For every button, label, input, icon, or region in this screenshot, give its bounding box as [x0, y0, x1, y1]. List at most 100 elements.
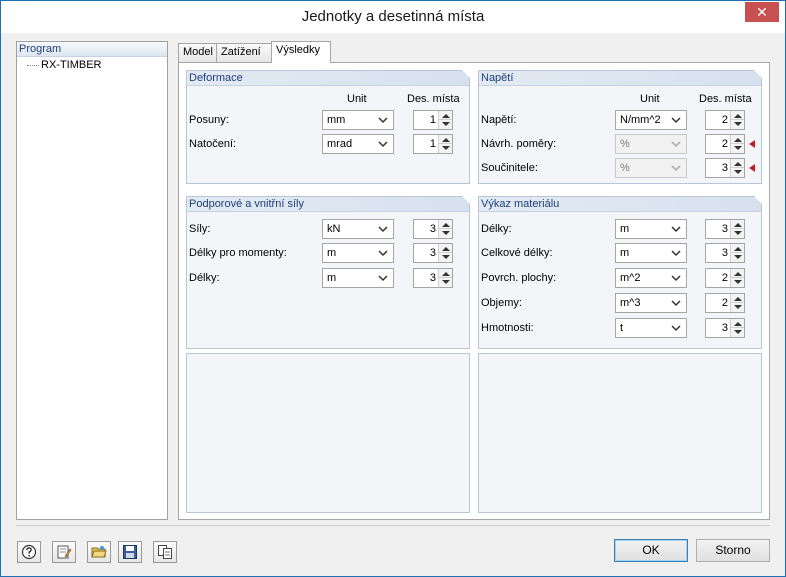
spinner-value: 2 — [721, 272, 728, 284]
unit-select[interactable]: m — [322, 243, 394, 263]
decimals-spinner[interactable]: 3 — [413, 219, 453, 239]
spinner-value: 2 — [721, 114, 728, 126]
unit-select[interactable]: m — [615, 219, 687, 239]
unit-select[interactable]: kN — [322, 219, 394, 239]
select-value: m — [620, 247, 630, 259]
chevron-down-icon — [671, 165, 681, 172]
row-label: Délky: — [481, 223, 512, 235]
edit-icon — [57, 545, 72, 559]
unit-select[interactable]: m — [322, 268, 394, 288]
spinner-arrows[interactable] — [730, 159, 744, 177]
tree-item-rx-timber[interactable]: RX-TIMBER — [27, 58, 102, 72]
decimals-spinner[interactable]: 3 — [705, 219, 745, 239]
spinner-arrows[interactable] — [730, 269, 744, 287]
row-label: Délky pro momenty: — [189, 247, 287, 259]
spinner-arrows[interactable] — [438, 111, 452, 129]
units-dialog: Jednotky a desetinná místa ✕ Program RX-… — [0, 0, 786, 577]
program-tree-header: Program — [17, 42, 167, 57]
spinner-arrows[interactable] — [438, 135, 452, 153]
spinner-arrows[interactable] — [730, 319, 744, 337]
ok-button[interactable]: OK — [614, 539, 688, 562]
decimals-spinner[interactable]: 2 — [705, 268, 745, 288]
close-button[interactable]: ✕ — [745, 2, 779, 22]
chevron-down-icon — [671, 250, 681, 257]
group-napeti: Napětí Unit Des. místa Napětí: N/mm^2 2 … — [478, 70, 762, 184]
footer-separator — [16, 525, 770, 526]
select-value: m^2 — [620, 272, 641, 284]
unit-select[interactable]: t — [615, 318, 687, 338]
row-label: Hmotnosti: — [481, 322, 534, 334]
chevron-down-icon — [378, 117, 388, 124]
tab-vysledky[interactable]: Výsledky — [271, 41, 331, 63]
spinner-arrows[interactable] — [438, 244, 452, 262]
group-podporove-sily: Podporové a vnitřní síly Síly: kN 3 Délk… — [186, 196, 470, 349]
spinner-arrows[interactable] — [730, 111, 744, 129]
spinner-arrows[interactable] — [730, 220, 744, 238]
spinner-value: 3 — [721, 322, 728, 334]
decimals-spinner[interactable]: 1 — [413, 110, 453, 130]
tab-model[interactable]: Model — [178, 43, 217, 62]
window-title: Jednotky a desetinná místa — [301, 8, 485, 25]
spinner-arrows[interactable] — [730, 244, 744, 262]
group-title: Deformace — [187, 70, 470, 86]
unit-select[interactable]: m — [615, 243, 687, 263]
row-label: Natočení: — [189, 138, 237, 150]
open-button[interactable] — [87, 541, 111, 563]
cancel-button[interactable]: Storno — [696, 539, 770, 562]
row-label: Posuny: — [189, 114, 229, 126]
group-vykaz-materialu: Výkaz materiálu Délky: m 3 Celkové délky… — [478, 196, 762, 349]
edit-button[interactable] — [52, 541, 76, 563]
decimals-spinner[interactable]: 3 — [413, 268, 453, 288]
decimals-spinner[interactable]: 2 — [705, 110, 745, 130]
row-label: Napětí: — [481, 114, 517, 126]
row-label: Síly: — [189, 223, 211, 235]
select-value: m — [620, 223, 630, 235]
spinner-value: 3 — [721, 162, 728, 174]
unit-select[interactable]: m^2 — [615, 268, 687, 288]
chevron-down-icon — [671, 300, 681, 307]
spinner-arrows[interactable] — [438, 220, 452, 238]
chevron-down-icon — [671, 275, 681, 282]
chevron-down-icon — [378, 141, 388, 148]
unit-select[interactable]: mm — [322, 110, 394, 130]
unit-select-disabled: % — [615, 158, 687, 178]
spinner-value: 2 — [721, 297, 728, 309]
unit-select[interactable]: N/mm^2 — [615, 110, 687, 130]
red-marker-icon — [749, 164, 755, 172]
chevron-down-icon — [378, 226, 388, 233]
spinner-value: 3 — [721, 223, 728, 235]
select-value: % — [620, 138, 630, 150]
decimals-spinner[interactable]: 3 — [705, 318, 745, 338]
help-button[interactable] — [17, 541, 41, 563]
tree-item-label: RX-TIMBER — [41, 59, 102, 71]
chevron-down-icon — [378, 250, 388, 257]
decimals-spinner[interactable]: 2 — [705, 134, 745, 154]
empty-panel-right — [478, 353, 762, 513]
select-value: m — [327, 272, 337, 284]
select-value: N/mm^2 — [620, 114, 661, 126]
spinner-arrows[interactable] — [438, 269, 452, 287]
unit-column-header: Unit — [347, 93, 367, 105]
spinner-value: 1 — [429, 114, 436, 126]
group-title: Výkaz materiálu — [479, 196, 762, 212]
save-button[interactable] — [118, 541, 142, 563]
copy-button[interactable] — [153, 541, 177, 563]
decimals-spinner[interactable]: 3 — [413, 243, 453, 263]
unit-column-header: Unit — [640, 93, 660, 105]
copy-icon — [158, 545, 172, 559]
unit-select[interactable]: m^3 — [615, 293, 687, 313]
dialog-body: Program RX-TIMBER Model Zatížení Výsledk… — [8, 33, 778, 570]
decimals-spinner[interactable]: 2 — [705, 293, 745, 313]
chevron-down-icon — [671, 117, 681, 124]
unit-select[interactable]: mrad — [322, 134, 394, 154]
spinner-arrows[interactable] — [730, 294, 744, 312]
spinner-arrows[interactable] — [730, 135, 744, 153]
decimals-spinner[interactable]: 3 — [705, 158, 745, 178]
select-value: kN — [327, 223, 341, 235]
tab-zatizeni[interactable]: Zatížení — [216, 43, 272, 62]
decimals-spinner[interactable]: 1 — [413, 134, 453, 154]
select-value: m — [327, 247, 337, 259]
red-marker-icon — [749, 140, 755, 148]
decimals-spinner[interactable]: 3 — [705, 243, 745, 263]
spinner-value: 1 — [429, 138, 436, 150]
